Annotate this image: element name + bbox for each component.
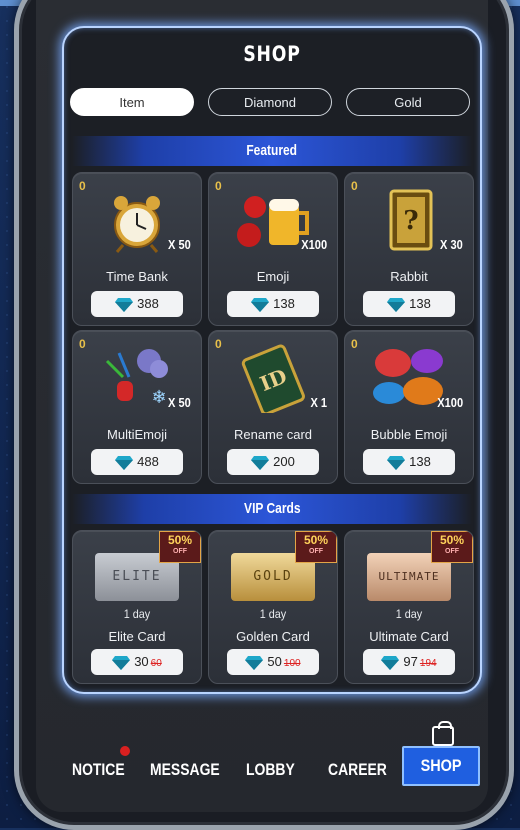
item-price: 488	[137, 454, 159, 469]
mystery-card-icon: ?	[389, 189, 433, 251]
svg-text:?: ?	[403, 206, 418, 236]
nav-career[interactable]: CAREER	[328, 760, 387, 780]
alarm-clock-icon	[114, 196, 160, 253]
card-duration: 1 day	[123, 607, 151, 621]
item-price: 138	[273, 296, 295, 311]
nav-lobby[interactable]: LOBBY	[246, 760, 295, 780]
price-button[interactable]: 138	[363, 449, 455, 475]
price-button[interactable]: 488	[91, 449, 183, 475]
item-price: 30	[134, 654, 149, 669]
item-name: Ultimate Card	[369, 629, 449, 644]
item-count-badge: 0	[79, 337, 86, 351]
item-name: Elite Card	[108, 629, 166, 644]
item-name: Rename card	[233, 427, 313, 442]
vip-section-header: VIP Cards	[72, 494, 472, 524]
item-price: 388	[137, 296, 159, 311]
shop-tabs: Item Diamond Gold	[70, 88, 474, 118]
card-duration: 1 day	[259, 607, 287, 621]
diamond-icon	[115, 297, 134, 312]
item-count-badge: 0	[79, 179, 86, 193]
diamond-icon	[387, 455, 406, 470]
item-quantity: X 1	[310, 395, 328, 410]
speech-bubbles-icon	[373, 349, 443, 405]
shop-panel: SHOP Item Diamond Gold Featured 0 X 50 T…	[62, 26, 482, 694]
vip-item-golden[interactable]: GOLD 50% OFF 1 day Golden Card 50 100	[208, 530, 338, 684]
discount-badge: 50% OFF	[295, 531, 337, 563]
item-price: 138	[409, 296, 431, 311]
old-price: 60	[150, 658, 162, 669]
page-title: SHOP	[243, 42, 301, 66]
nav-shop[interactable]: SHOP	[402, 746, 480, 786]
diamond-icon	[381, 655, 400, 670]
discount-badge: 50% OFF	[159, 531, 201, 563]
card-duration: 1 day	[395, 607, 423, 621]
tab-diamond[interactable]: Diamond	[208, 88, 332, 116]
shop-item-rabbit[interactable]: 0 ? X 30 Rabbit 138	[344, 172, 474, 326]
price-button[interactable]: 200	[227, 449, 319, 475]
tab-item[interactable]: Item	[70, 88, 194, 116]
nav-message[interactable]: MESSAGE	[150, 760, 220, 780]
boxing-beer-icon	[237, 196, 309, 247]
item-price: 97	[403, 654, 418, 669]
price-button[interactable]: 138	[227, 291, 319, 317]
svg-text:❄: ❄	[151, 387, 166, 408]
item-price: 138	[409, 454, 431, 469]
bottom-nav: NOTICE MESSAGE LOBBY CAREER SHOP	[62, 746, 480, 790]
vip-item-elite[interactable]: ELITE 50% OFF 1 day Elite Card 30 60	[72, 530, 202, 684]
old-price: 194	[419, 658, 437, 669]
shop-item-rename-card[interactable]: 0 ID X 1 Rename card 200	[208, 330, 338, 484]
item-quantity: X100	[436, 395, 463, 410]
shop-item-emoji[interactable]: 0 X100 Emoji 138	[208, 172, 338, 326]
item-quantity: X 30	[440, 237, 463, 252]
price-button[interactable]: 97 194	[363, 649, 455, 675]
item-name: Emoji	[256, 269, 290, 284]
item-name: MultiEmoji	[107, 427, 167, 442]
price-button[interactable]: 138	[363, 291, 455, 317]
item-count-badge: 0	[215, 179, 222, 193]
item-name: Bubble Emoji	[370, 427, 448, 442]
diamond-icon	[251, 455, 270, 470]
price-button[interactable]: 50 100	[227, 649, 319, 675]
nav-notice[interactable]: NOTICE	[72, 760, 125, 780]
item-name: Time Bank	[106, 269, 168, 284]
shop-item-multiemoji[interactable]: 0 ❄ X 50 MultiEmoji 488	[72, 330, 202, 484]
item-quantity: X 50	[168, 395, 191, 410]
price-button[interactable]: 388	[91, 291, 183, 317]
item-quantity: X100	[300, 237, 327, 252]
tab-gold[interactable]: Gold	[346, 88, 470, 116]
id-card-icon: ID	[241, 344, 305, 413]
item-price: 200	[273, 454, 295, 469]
discount-badge: 50% OFF	[431, 531, 473, 563]
item-count-badge: 0	[351, 337, 358, 351]
price-button[interactable]: 30 60	[91, 649, 183, 675]
diamond-icon	[112, 655, 131, 670]
diamond-icon	[245, 655, 264, 670]
item-count-badge: 0	[351, 179, 358, 193]
item-quantity: X 50	[168, 237, 191, 252]
diamond-icon	[115, 455, 134, 470]
old-price: 100	[283, 658, 301, 669]
fireworks-icon: ❄	[105, 349, 168, 408]
shop-item-bubble-emoji[interactable]: 0 X100 Bubble Emoji 138	[344, 330, 474, 484]
featured-section-header: Featured	[72, 136, 472, 166]
item-price: 50	[267, 654, 282, 669]
shop-item-time-bank[interactable]: 0 X 50 Time Bank 388	[72, 172, 202, 326]
item-count-badge: 0	[215, 337, 222, 351]
diamond-icon	[387, 297, 406, 312]
shopping-bag-icon	[432, 721, 454, 746]
vip-item-ultimate[interactable]: ULTIMATE 50% OFF 1 day Ultimate Card 97 19…	[344, 530, 474, 684]
item-name: Rabbit	[390, 269, 428, 284]
diamond-icon	[251, 297, 270, 312]
item-name: Golden Card	[236, 629, 310, 644]
